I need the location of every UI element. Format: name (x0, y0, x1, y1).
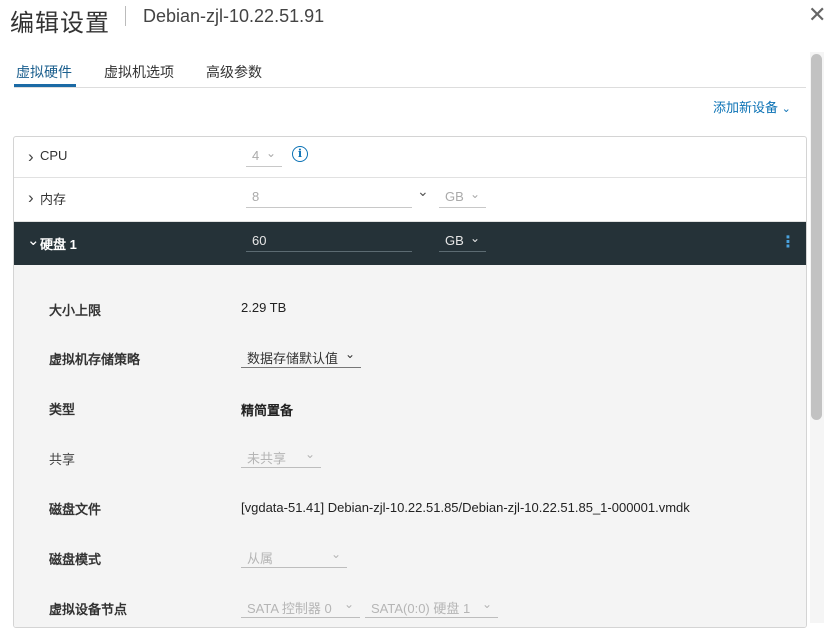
tab-advanced-parameters[interactable]: 高级参数 (206, 62, 262, 82)
cpu-count-select[interactable]: 4 ⌄ (246, 146, 282, 167)
storage-policy-select[interactable]: 数据存储默认值 ⌄ (241, 345, 361, 368)
disk-unit-select[interactable]: GB ⌄ (439, 231, 486, 252)
close-icon[interactable]: ✕ (808, 4, 826, 26)
type-value: 精简置备 (241, 403, 294, 418)
virtual-device-node-label: 虚拟设备节点 (49, 602, 128, 617)
sharing-value: 未共享 (247, 451, 287, 466)
chevron-down-icon: ⌄ (304, 447, 315, 461)
chevron-right-icon[interactable]: › (28, 188, 34, 208)
storage-policy-value: 数据存储默认值 (247, 351, 339, 366)
more-actions-icon[interactable]: ⋮ (780, 232, 796, 252)
memory-size-value: 8 (252, 189, 260, 204)
memory-size-input[interactable]: 8 (246, 187, 412, 208)
chevron-down-icon: ⌄ (469, 231, 480, 245)
memory-unit-value: GB (445, 189, 464, 204)
chevron-down-icon: ⌄ (343, 597, 354, 611)
hard-disk-1-row[interactable]: ⌄ 硬盘 1 60 GB ⌄ ⋮ (14, 222, 806, 265)
disk-size-value: 60 (252, 233, 267, 248)
disk-unit-value: GB (445, 233, 464, 248)
tab-virtual-hardware[interactable]: 虚拟硬件 (16, 62, 72, 82)
chevron-down-icon[interactable]: ⌄ (27, 231, 40, 249)
chevron-down-icon: ⌄ (330, 547, 341, 561)
chevron-down-icon: ⌄ (481, 597, 492, 611)
chevron-down-icon: ⌄ (344, 347, 355, 361)
max-size-label: 大小上限 (49, 303, 102, 318)
disk-mode-select[interactable]: 从属 ⌄ (241, 545, 347, 568)
memory-unit-select[interactable]: GB ⌄ (439, 187, 486, 208)
device-node-select[interactable]: SATA(0:0) 硬盘 1 ⌄ (365, 595, 498, 618)
sharing-label: 共享 (49, 452, 76, 467)
tab-vm-options[interactable]: 虚拟机选项 (104, 62, 174, 82)
controller-value: SATA 控制器 0 (247, 601, 332, 616)
hardware-panel: › CPU 4 ⌄ i › 内存 8 ⌄ GB ⌄ ⌄ 硬盘 1 60 GB ⌄… (13, 136, 807, 628)
chevron-down-icon[interactable]: ⌄ (417, 183, 429, 200)
memory-label: 内存 (40, 192, 67, 207)
cpu-count-value: 4 (252, 148, 260, 163)
add-new-device-label: 添加新设备 (713, 100, 779, 115)
chevron-down-icon: ⌄ (469, 187, 480, 201)
cpu-row[interactable]: › CPU 4 ⌄ i (14, 137, 806, 178)
disk-size-input[interactable]: 60 (246, 231, 412, 252)
chevron-right-icon[interactable]: › (28, 147, 34, 167)
storage-policy-label: 虚拟机存储策略 (49, 352, 141, 367)
vm-name: Debian-zjl-10.22.51.91 (143, 6, 325, 26)
sharing-select[interactable]: 未共享 ⌄ (241, 445, 321, 468)
hard-disk-1-label: 硬盘 1 (40, 237, 77, 252)
chevron-down-icon: ⌄ (265, 146, 276, 160)
disk-file-value: [vgdata-51.41] Debian-zjl-10.22.51.85/De… (241, 500, 690, 515)
dialog-title: 编辑设置 (10, 10, 110, 37)
device-node-value: SATA(0:0) 硬盘 1 (371, 601, 471, 616)
cpu-label: CPU (40, 148, 68, 163)
disk-mode-label: 磁盘模式 (49, 552, 102, 567)
type-label: 类型 (49, 402, 76, 417)
memory-row[interactable]: › 内存 8 ⌄ GB ⌄ (14, 178, 806, 222)
chevron-down-icon: ⌄ (781, 103, 791, 115)
add-new-device-button[interactable]: 添加新设备 ⌄ (713, 97, 791, 116)
title-separator (125, 6, 126, 26)
disk-mode-value: 从属 (247, 551, 274, 566)
info-icon[interactable]: i (292, 146, 308, 162)
disk-file-label: 磁盘文件 (49, 502, 102, 517)
scrollbar-thumb[interactable] (811, 54, 822, 420)
disk-details-section: 大小上限 2.29 TB 虚拟机存储策略 数据存储默认值 ⌄ 类型 精简置备 共… (14, 265, 806, 627)
tabs-divider (14, 87, 806, 88)
controller-select[interactable]: SATA 控制器 0 ⌄ (241, 595, 360, 618)
max-size-value: 2.29 TB (241, 300, 287, 315)
